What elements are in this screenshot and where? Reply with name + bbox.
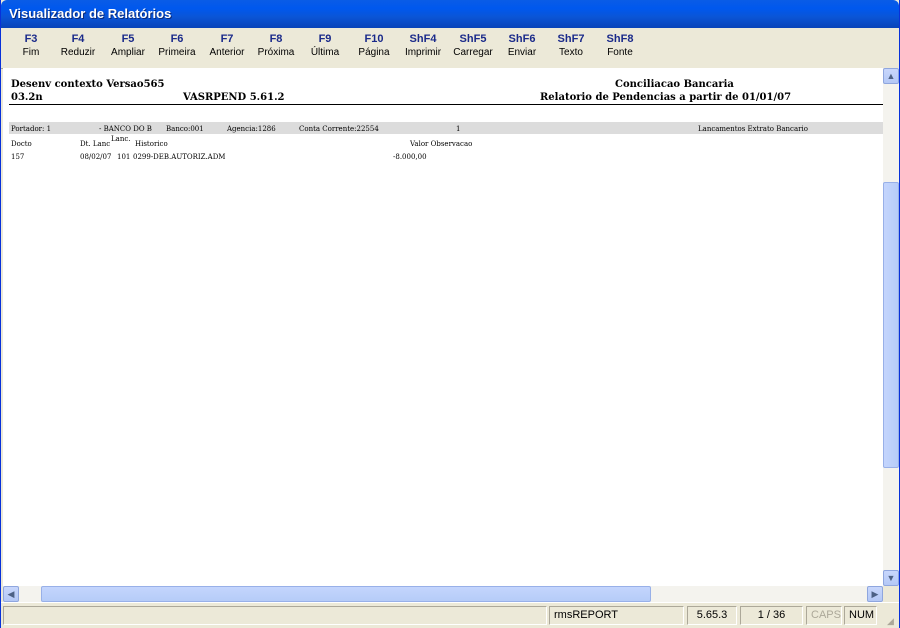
button-label: Próxima [257,47,295,58]
key-label: ShF4 [409,33,437,45]
button-label: Ampliar [111,47,145,58]
report-viewer-window: Visualizador de Relatórios F3 Fim F4 Red… [0,0,900,628]
anterior-button[interactable]: F7 Anterior [203,32,251,64]
vertical-scrollbar[interactable]: ▲ ▼ [883,68,899,586]
band-bank: Banco:001 [166,125,204,133]
carregar-button[interactable]: ShF5 Carregar [449,32,497,64]
pagina-button[interactable]: F10 Página [350,32,398,64]
button-label: Página [358,47,390,58]
title-bar[interactable]: Visualizador de Relatórios [1,0,899,28]
status-empty-panel [3,606,547,625]
band-bank-name: - BANCO DO B [99,125,152,133]
col-dt-lanc: Dt. Lanc [80,140,111,148]
texto-button[interactable]: ShF7 Texto [547,32,595,64]
ampliar-button[interactable]: F5 Ampliar [104,32,152,64]
button-label: Texto [559,47,583,58]
horizontal-scroll-thumb[interactable] [41,586,651,602]
report-page: Desenv contexto Versao565 03.2n VASRPEND… [3,68,883,586]
button-label: Fonte [607,47,633,58]
status-app-name: rmsREPORT [549,606,684,625]
col-docto: Docto [11,140,32,148]
row-dt-lanc: 08/02/07 [80,153,112,161]
report-subtitle: Relatorio de Pendencias a partir de 01/0… [540,92,792,103]
status-num: NUM [844,606,877,625]
col-lanc: Lanc. [111,135,131,143]
col-historico: Historico [135,140,168,148]
key-label: ShF5 [459,33,487,45]
report-version: 03.2n [11,92,43,103]
status-version: 5.65.3 [687,606,737,625]
band-portador: Portador: 1 [11,125,52,133]
row-valor: -8.000,00 [393,153,427,161]
button-label: Anterior [209,47,245,58]
key-label: F7 [220,33,234,45]
key-label: ShF8 [606,33,634,45]
function-key-toolbar: F3 Fim F4 Reduzir F5 Ampliar F6 Primeira… [1,28,899,69]
vertical-scroll-thumb[interactable] [883,182,899,468]
row-docto: 157 [11,153,25,161]
scroll-right-icon[interactable]: ▶ [867,586,883,602]
key-label: F6 [170,33,184,45]
primeira-button[interactable]: F6 Primeira [153,32,201,64]
col-valor-obs: Valor Observacao [410,140,473,148]
button-label: Reduzir [60,47,96,58]
imprimir-button[interactable]: ShF4 Imprimir [399,32,447,64]
report-title: Conciliacao Bancaria [615,79,734,90]
key-label: ShF7 [557,33,585,45]
band-seq: 1 [456,125,461,133]
scroll-left-icon[interactable]: ◀ [3,586,19,602]
key-label: F9 [318,33,332,45]
key-label: F4 [71,33,85,45]
resize-grip-icon[interactable]: ◢ [887,616,897,626]
fim-button[interactable]: F3 Fim [7,32,55,64]
reduzir-button[interactable]: F4 Reduzir [54,32,102,64]
fonte-button[interactable]: ShF8 Fonte [596,32,644,64]
key-label: F8 [269,33,283,45]
button-label: Última [310,47,340,58]
header-divider [9,104,883,105]
key-label: ShF6 [508,33,536,45]
status-page: 1 / 36 [740,606,803,625]
band-agency: Agencia:1286 [227,125,276,133]
key-label: F10 [364,33,384,45]
report-program: VASRPEND 5.61.2 [183,92,285,103]
button-label: Carregar [453,47,493,58]
report-context: Desenv contexto Versao565 [11,79,165,90]
report-viewport[interactable]: Desenv contexto Versao565 03.2n VASRPEND… [3,68,883,586]
band-account: Conta Corrente:22554 [299,125,379,133]
row-historico: 0299-DEB.AUTORIZ.ADM [133,153,226,161]
button-label: Enviar [507,47,537,58]
horizontal-scrollbar[interactable]: ◀ ▶ [3,586,883,602]
ultima-button[interactable]: F9 Última [301,32,349,64]
status-caps: CAPS [806,606,842,625]
scroll-corner [883,586,899,602]
button-label: Imprimir [404,47,442,58]
button-label: Fim [22,47,40,58]
scroll-down-icon[interactable]: ▼ [883,570,899,586]
band-section-title: Lancamentos Extrato Bancario [698,125,808,133]
key-label: F5 [121,33,135,45]
row-lanc: 101 [117,153,131,161]
status-bar: rmsREPORT 5.65.3 1 / 36 CAPS NUM ◢ [1,602,899,628]
scroll-up-icon[interactable]: ▲ [883,68,899,84]
key-label: F3 [24,33,38,45]
window-title: Visualizador de Relatórios [9,6,172,21]
button-label: Primeira [158,47,196,58]
proxima-button[interactable]: F8 Próxima [252,32,300,64]
enviar-button[interactable]: ShF6 Enviar [498,32,546,64]
